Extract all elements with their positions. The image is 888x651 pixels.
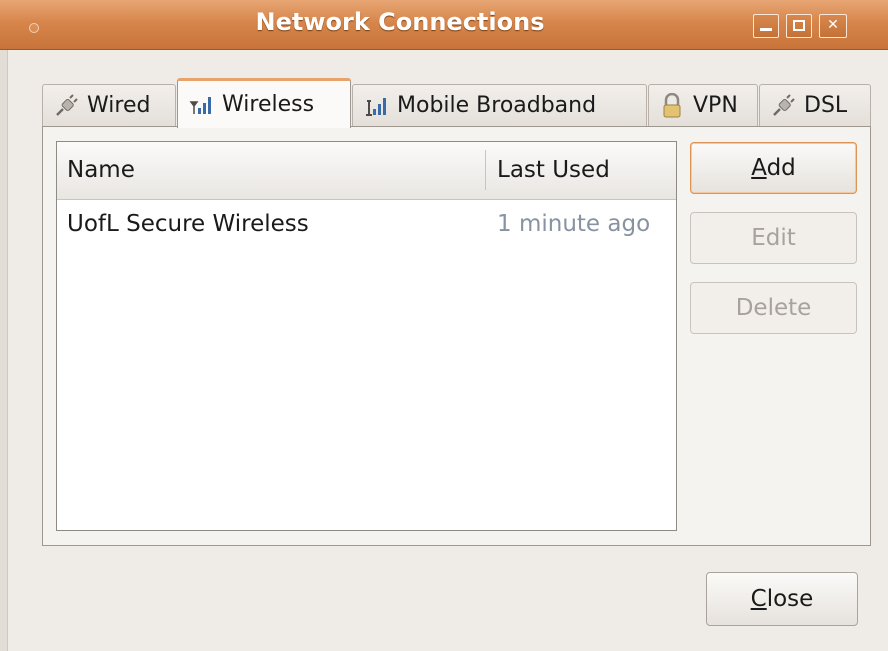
add-mnemonic: A [751,155,767,181]
list-header: Name Last Used [57,142,676,200]
mobile-signal-icon [363,93,389,119]
maximize-button[interactable] [786,14,812,38]
maximize-icon [793,20,805,31]
tab-wireless[interactable]: Wireless [177,78,351,128]
tab-label: Wireless [222,92,315,117]
add-button[interactable]: Add [690,142,857,194]
add-label-rest: dd [766,155,796,181]
tab-label: Mobile Broadband [397,93,597,118]
close-label-rest: lose [766,586,814,612]
column-divider[interactable] [485,150,486,190]
connections-list[interactable]: Name Last Used UofL Secure Wireless 1 mi… [56,141,677,531]
column-header-name[interactable]: Name [67,142,135,199]
tab-mobile-broadband[interactable]: Mobile Broadband [352,84,647,126]
tab-label: VPN [693,93,738,118]
wireless-signal-icon [188,92,214,118]
column-header-last-used[interactable]: Last Used [497,142,610,199]
tab-label: DSL [804,93,848,118]
minimize-icon [760,28,772,31]
tab-vpn[interactable]: VPN [648,84,758,126]
lock-icon [659,92,685,119]
close-icon: ✕ [827,17,839,33]
close-mnemonic: C [750,586,767,612]
tab-wired[interactable]: Wired [42,84,176,126]
tab-dsl[interactable]: DSL [759,84,871,126]
plug-icon [53,93,79,119]
minimize-button[interactable] [753,14,779,38]
close-button[interactable]: Close [706,572,858,626]
window-border [0,50,8,651]
title-bar[interactable]: Network Connections ✕ [0,0,888,50]
edit-button[interactable]: Edit [690,212,857,264]
list-item[interactable]: UofL Secure Wireless 1 minute ago [57,204,676,244]
tab-label: Wired [87,93,151,118]
window-title: Network Connections [255,8,545,36]
connection-last-used: 1 minute ago [497,211,651,237]
connection-name: UofL Secure Wireless [67,211,309,237]
plug-icon [770,93,796,119]
delete-button[interactable]: Delete [690,282,857,334]
close-window-button[interactable]: ✕ [819,14,847,38]
